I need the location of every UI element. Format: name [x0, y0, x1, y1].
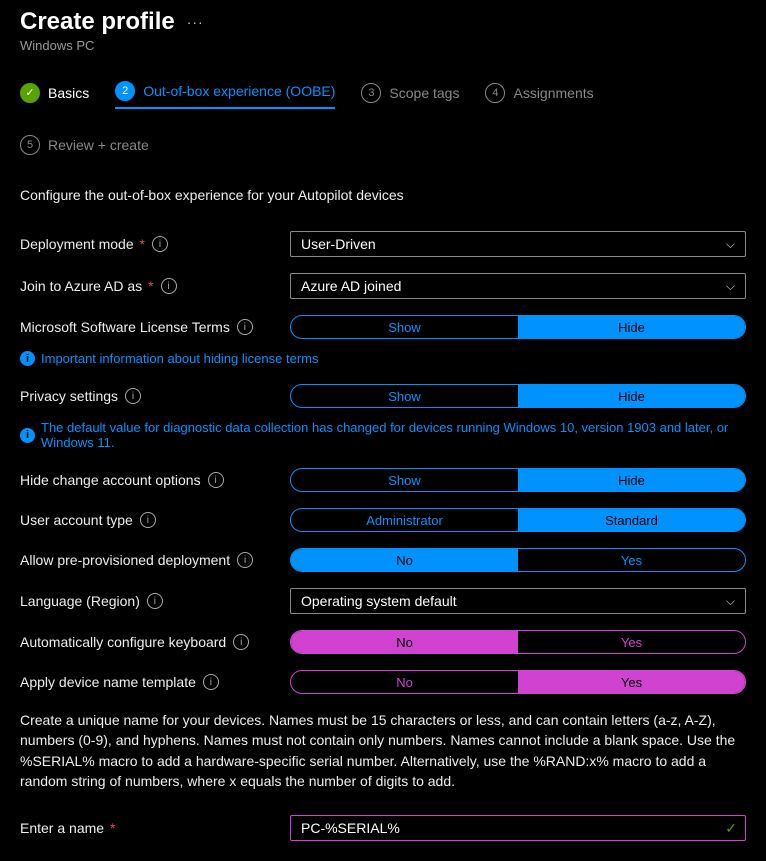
info-icon[interactable]: i [208, 472, 224, 488]
label-user-account: User account type i [20, 512, 290, 528]
toggle-allow-pre[interactable]: No Yes [290, 548, 746, 572]
toggle-option-show[interactable]: Show [291, 385, 518, 407]
toggle-option-hide[interactable]: Hide [518, 385, 745, 407]
label-text: Allow pre-provisioned deployment [20, 552, 230, 568]
label-text: Automatically configure keyboard [20, 634, 226, 650]
info-icon[interactable]: i [140, 512, 156, 528]
chevron-down-icon: ⌵ [726, 279, 735, 294]
section-intro: Configure the out-of-box experience for … [20, 187, 746, 203]
info-icon[interactable]: i [147, 593, 163, 609]
toggle-option-hide[interactable]: Hide [518, 469, 745, 491]
label-privacy: Privacy settings i [20, 388, 290, 404]
toggle-hide-change[interactable]: Show Hide [290, 468, 746, 492]
chevron-down-icon: ⌵ [726, 237, 735, 252]
tab-label: Assignments [513, 85, 593, 101]
note-text[interactable]: The default value for diagnostic data co… [41, 420, 746, 450]
toggle-user-account[interactable]: Administrator Standard [290, 508, 746, 532]
more-icon[interactable]: ··· [187, 14, 204, 30]
tab-scope-tags[interactable]: 3 Scope tags [361, 83, 459, 107]
toggle-privacy[interactable]: Show Hide [290, 384, 746, 408]
label-enter-name: Enter a name * [20, 820, 290, 836]
toggle-option-no[interactable]: No [291, 671, 518, 693]
toggle-option-show[interactable]: Show [291, 469, 518, 491]
label-join-aad: Join to Azure AD as * i [20, 278, 290, 294]
label-license-terms: Microsoft Software License Terms i [20, 319, 290, 335]
step-number-icon: 2 [115, 81, 135, 101]
info-icon: i [20, 428, 35, 443]
note-license: i Important information about hiding lic… [20, 351, 746, 366]
toggle-option-yes[interactable]: Yes [518, 549, 745, 571]
label-text: Microsoft Software License Terms [20, 319, 230, 335]
info-icon[interactable]: i [161, 278, 177, 294]
info-icon[interactable]: i [233, 634, 249, 650]
label-text: Enter a name [20, 820, 104, 836]
toggle-option-hide[interactable]: Hide [518, 316, 745, 338]
tab-assignments[interactable]: 4 Assignments [485, 83, 593, 107]
page-subtitle: Windows PC [20, 38, 746, 53]
info-icon[interactable]: i [152, 236, 168, 252]
toggle-option-yes[interactable]: Yes [518, 671, 745, 693]
step-done-icon: ✓ [20, 83, 40, 103]
toggle-option-show[interactable]: Show [291, 316, 518, 338]
label-auto-keyboard: Automatically configure keyboard i [20, 634, 290, 650]
info-icon[interactable]: i [237, 319, 253, 335]
tab-basics[interactable]: ✓ Basics [20, 83, 89, 107]
input-device-name-wrap: ✓ [290, 815, 746, 841]
page-title: Create profile [20, 8, 175, 36]
toggle-license-terms[interactable]: Show Hide [290, 315, 746, 339]
tab-review-create[interactable]: 5 Review + create [20, 135, 149, 159]
template-description: Create a unique name for your devices. N… [20, 710, 746, 791]
label-text: Deployment mode [20, 236, 134, 252]
note-privacy: i The default value for diagnostic data … [20, 420, 746, 450]
info-icon[interactable]: i [203, 674, 219, 690]
info-icon[interactable]: i [125, 388, 141, 404]
label-text: User account type [20, 512, 133, 528]
label-text: Hide change account options [20, 472, 201, 488]
tab-label: Review + create [48, 137, 149, 153]
select-join-aad[interactable]: Azure AD joined ⌵ [290, 273, 746, 299]
step-number-icon: 4 [485, 83, 505, 103]
check-icon: ✓ [725, 820, 737, 837]
chevron-down-icon: ⌵ [726, 594, 735, 609]
select-value: Operating system default [301, 593, 457, 609]
input-device-name[interactable] [299, 819, 719, 837]
toggle-option-admin[interactable]: Administrator [291, 509, 518, 531]
label-text: Apply device name template [20, 674, 196, 690]
toggle-option-standard[interactable]: Standard [518, 509, 745, 531]
label-hide-change: Hide change account options i [20, 472, 290, 488]
select-value: User-Driven [301, 236, 376, 252]
toggle-option-no[interactable]: No [291, 631, 518, 653]
select-value: Azure AD joined [301, 278, 401, 294]
toggle-apply-template[interactable]: No Yes [290, 670, 746, 694]
select-deployment-mode[interactable]: User-Driven ⌵ [290, 231, 746, 257]
select-language[interactable]: Operating system default ⌵ [290, 588, 746, 614]
tab-label: Scope tags [389, 85, 459, 101]
toggle-auto-keyboard[interactable]: No Yes [290, 630, 746, 654]
step-number-icon: 3 [361, 83, 381, 103]
label-allow-pre: Allow pre-provisioned deployment i [20, 552, 290, 568]
label-language: Language (Region) i [20, 593, 290, 609]
label-apply-template: Apply device name template i [20, 674, 290, 690]
label-text: Join to Azure AD as [20, 278, 142, 294]
info-icon: i [20, 351, 35, 366]
toggle-option-yes[interactable]: Yes [518, 631, 745, 653]
label-text: Language (Region) [20, 593, 140, 609]
info-icon[interactable]: i [237, 552, 253, 568]
tab-label: Basics [48, 85, 89, 101]
step-number-icon: 5 [20, 135, 40, 155]
toggle-option-no[interactable]: No [291, 549, 518, 571]
wizard-tabs: ✓ Basics 2 Out-of-box experience (OOBE) … [20, 81, 746, 159]
label-text: Privacy settings [20, 388, 118, 404]
tab-oobe[interactable]: 2 Out-of-box experience (OOBE) [115, 81, 335, 109]
label-deployment-mode: Deployment mode * i [20, 236, 290, 252]
tab-label: Out-of-box experience (OOBE) [143, 83, 335, 99]
note-text[interactable]: Important information about hiding licen… [41, 351, 318, 366]
